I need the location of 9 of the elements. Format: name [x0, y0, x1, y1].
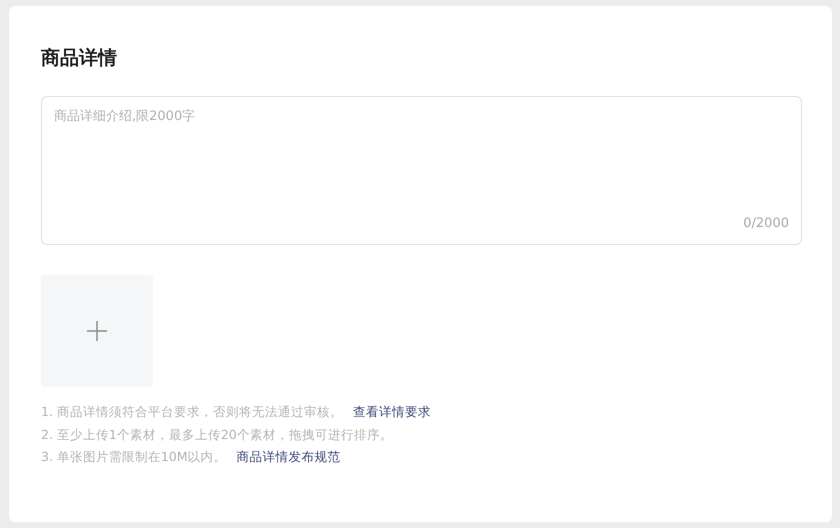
guideline-link[interactable]: 查看详情要求 [352, 401, 431, 424]
note-text: 3. 单张图片需限制在10M以内。 [41, 448, 227, 466]
guideline-link[interactable]: 商品详情发布规范 [236, 446, 341, 468]
note-text: 1. 商品详情须符合平台要求，否则将无法通过审核。 [41, 403, 343, 421]
character-counter: 0/2000 [743, 216, 789, 232]
plus-icon [86, 320, 108, 342]
section-title: 商品详情 [41, 46, 117, 71]
upload-button[interactable] [41, 275, 153, 387]
note-text: 2. 至少上传1个素材，最多上传20个素材，拖拽可进行排序。 [41, 426, 393, 444]
